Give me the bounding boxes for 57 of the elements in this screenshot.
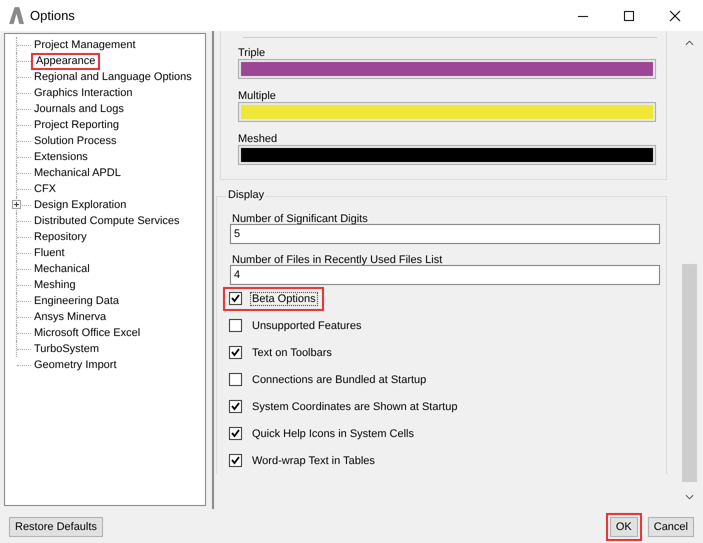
maximize-icon[interactable] (623, 10, 635, 22)
dialog-button[interactable]: OK (610, 516, 638, 536)
field-label: Number of Files in Recently Used Files List (231, 253, 444, 265)
tree-item[interactable]: Repository (31, 230, 90, 244)
scrollbar-thumb[interactable] (682, 264, 697, 482)
checkbox[interactable] (229, 427, 242, 440)
tree-item[interactable]: TurboSystem (31, 342, 102, 356)
checkbox[interactable] (229, 346, 242, 359)
group-title: Display (227, 189, 266, 201)
tree-item[interactable]: Mechanical (31, 262, 93, 276)
tree-item[interactable]: Graphics Interaction (31, 86, 136, 100)
tree-item[interactable]: Solution Process (31, 134, 120, 148)
tree-item[interactable]: Mechanical APDL (31, 166, 124, 180)
tree-item[interactable]: Ansys Minerva (31, 310, 110, 324)
tree-item[interactable]: Distributed Compute Services (31, 214, 183, 228)
checkbox-label[interactable]: Connections are Bundled at Startup (250, 372, 428, 386)
dialog-button[interactable]: Cancel (648, 516, 694, 536)
color-swatch[interactable] (238, 145, 656, 165)
checkbox-label[interactable]: Text on Toolbars (250, 346, 334, 360)
tree-item[interactable]: Journals and Logs (31, 102, 127, 116)
input-field[interactable]: 5 (230, 224, 660, 244)
tree-item[interactable]: Regional and Language Options (31, 70, 195, 84)
color-label: Triple (238, 46, 266, 59)
color-label: Multiple (238, 89, 277, 102)
window-title: Options (30, 8, 75, 23)
app-logo-icon (9, 7, 24, 24)
dialog-button[interactable]: Restore Defaults (9, 516, 103, 536)
close-icon[interactable] (669, 10, 681, 22)
checkbox[interactable] (229, 292, 242, 305)
scroll-up-icon[interactable] (685, 40, 694, 46)
scroll-down-icon[interactable] (685, 494, 694, 500)
checkbox[interactable] (229, 319, 242, 332)
expand-icon[interactable] (12, 200, 21, 209)
tree-item[interactable]: CFX (31, 182, 59, 196)
color-swatch[interactable] (238, 59, 656, 79)
tree-item[interactable]: Design Exploration (31, 198, 130, 212)
checkbox-label[interactable]: Quick Help Icons in System Cells (250, 426, 416, 440)
checkbox-label[interactable]: Word-wrap Text in Tables (250, 454, 377, 468)
checkbox[interactable] (229, 454, 242, 467)
tree-item[interactable]: Appearance (31, 52, 100, 70)
checkbox-label[interactable]: Unsupported Features (250, 318, 364, 332)
checkbox-label[interactable]: Beta Options (250, 292, 318, 306)
checkbox[interactable] (229, 373, 242, 386)
checkbox-label[interactable]: System Coordinates are Shown at Startup (250, 400, 460, 414)
tree-item[interactable]: Microsoft Office Excel (31, 326, 144, 340)
color-swatch[interactable] (238, 102, 656, 122)
tree-item[interactable]: Project Reporting (31, 118, 122, 132)
field-label: Number of Significant Digits (231, 212, 369, 224)
tree-item[interactable]: Project Management (31, 38, 138, 52)
checkbox[interactable] (229, 400, 242, 413)
tree-item[interactable]: Extensions (31, 150, 91, 164)
input-field[interactable]: 4 (230, 265, 660, 285)
tree-item[interactable]: Engineering Data (31, 294, 122, 308)
tree-item[interactable]: Meshing (31, 278, 79, 292)
tree-item[interactable]: Fluent (31, 246, 68, 260)
color-label: Meshed (238, 132, 278, 145)
tree-item[interactable]: Geometry Import (31, 358, 120, 372)
